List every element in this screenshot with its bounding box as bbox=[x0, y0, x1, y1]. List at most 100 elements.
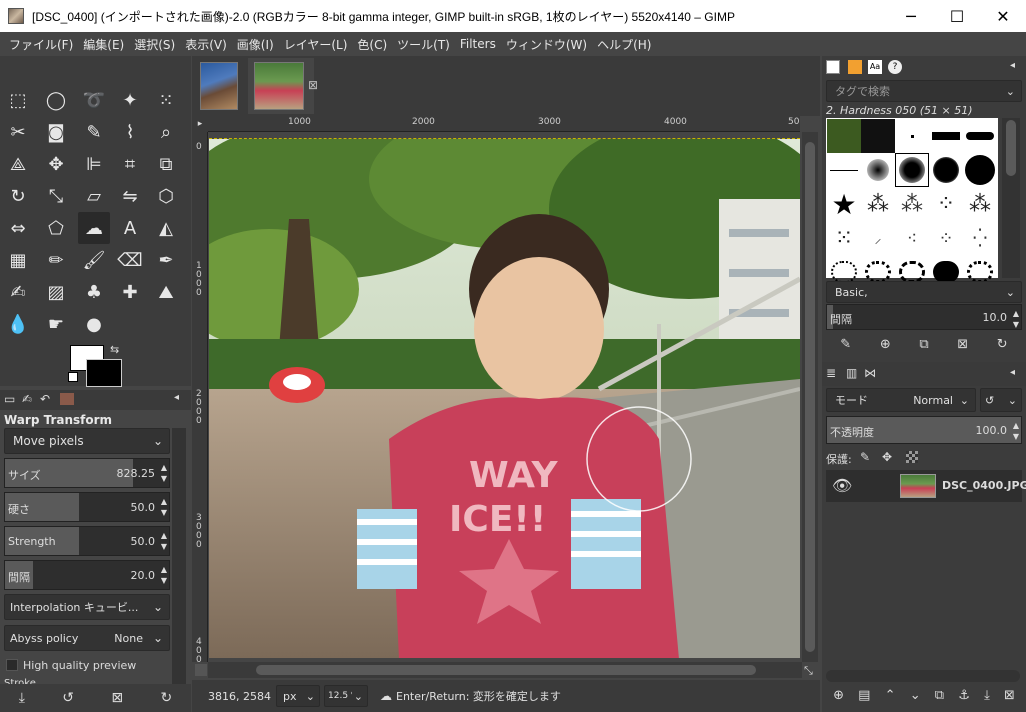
spacing-spinscale[interactable]: 間隔 20.0 ▲ ▼ bbox=[4, 560, 170, 590]
spin-arrows-icon[interactable]: ▲ ▼ bbox=[161, 530, 167, 552]
mypaint-brush-icon[interactable]: ▨ bbox=[40, 276, 72, 308]
paths-icon[interactable]: ✎ bbox=[78, 116, 110, 148]
duplicate-brush-icon[interactable]: ⧉ bbox=[919, 337, 928, 352]
delete-brush-icon[interactable]: ⊠ bbox=[957, 337, 968, 352]
raise-layer-icon[interactable]: ⌃ bbox=[885, 688, 896, 703]
reset-icon[interactable]: ↻ bbox=[161, 690, 173, 706]
paintbrush-icon[interactable]: 🖌 bbox=[78, 244, 110, 276]
close-button[interactable]: ✕ bbox=[980, 0, 1026, 32]
menu-view[interactable]: 表示(V) bbox=[180, 36, 232, 53]
delete-preset-icon[interactable]: ⊠ bbox=[111, 690, 123, 706]
crop-icon[interactable]: ⌗ bbox=[114, 148, 146, 180]
menu-select[interactable]: 選択(S) bbox=[129, 36, 180, 53]
navigate-icon[interactable]: ⤡ bbox=[804, 664, 813, 678]
patterns-tab-icon[interactable] bbox=[848, 60, 862, 74]
abyss-policy-select[interactable]: Abyss policy None ⌄ bbox=[4, 625, 170, 651]
rect-select-icon[interactable]: ⬚ bbox=[2, 84, 34, 116]
menu-image[interactable]: 画像(I) bbox=[232, 36, 279, 53]
brush-spacing-spinscale[interactable]: 間隔 10.0 ▲ ▼ bbox=[826, 304, 1022, 330]
duplicate-layer-icon[interactable]: ⧉ bbox=[935, 688, 944, 703]
menu-filters[interactable]: Filters bbox=[455, 37, 501, 51]
image-tab-2[interactable] bbox=[254, 62, 304, 110]
composite-mode-select[interactable]: ↺ ⌄ bbox=[980, 388, 1022, 412]
channels-tab-icon[interactable]: ▥ bbox=[846, 366, 857, 380]
heal-icon[interactable]: ✚ bbox=[114, 276, 146, 308]
brush-item[interactable]: ⁖ bbox=[895, 221, 929, 255]
dodge-burn-icon[interactable]: ● bbox=[78, 308, 110, 340]
pencil-icon[interactable]: ✏ bbox=[40, 244, 72, 276]
visibility-eye-icon[interactable]: 👁 bbox=[832, 476, 852, 495]
tool-options-tab-icon[interactable]: ▭ bbox=[4, 392, 15, 406]
restore-icon[interactable]: ↺ bbox=[62, 690, 74, 706]
brushes-tab-icon[interactable] bbox=[826, 60, 840, 74]
brush-item[interactable]: ⁘ bbox=[929, 187, 963, 221]
brush-item[interactable]: ⁂ bbox=[895, 187, 929, 221]
bucket-fill-icon[interactable]: ◭ bbox=[150, 212, 182, 244]
background-color[interactable] bbox=[86, 359, 122, 387]
new-layer-icon[interactable]: ⊕ bbox=[833, 688, 844, 703]
layers-scrollbar[interactable] bbox=[826, 670, 1020, 682]
scale-icon[interactable]: ⤡ bbox=[40, 180, 72, 212]
brush-item[interactable]: ⁙ bbox=[827, 221, 861, 255]
spin-arrows-icon[interactable]: ▲ ▼ bbox=[161, 496, 167, 518]
menu-tools[interactable]: ツール(T) bbox=[392, 36, 455, 53]
close-tab-icon[interactable]: ⊠ bbox=[308, 78, 318, 92]
maximize-button[interactable]: ☐ bbox=[934, 0, 980, 32]
default-colors-icon[interactable] bbox=[68, 372, 78, 382]
strength-spinscale[interactable]: Strength 50.0 ▲ ▼ bbox=[4, 526, 170, 556]
color-select-icon[interactable]: ⁙ bbox=[150, 84, 182, 116]
spin-arrows-icon[interactable]: ▲ ▼ bbox=[1013, 308, 1019, 330]
image-canvas[interactable]: WAY ICE!! bbox=[209, 138, 800, 658]
lock-alpha-icon[interactable] bbox=[906, 451, 918, 463]
smudge-icon[interactable]: ☛ bbox=[40, 308, 72, 340]
brush-item-selected[interactable] bbox=[895, 153, 929, 187]
canvas-vertical-scrollbar[interactable] bbox=[802, 132, 818, 662]
airbrush-icon[interactable]: ✒ bbox=[150, 244, 182, 276]
swap-colors-icon[interactable]: ⇆ bbox=[110, 343, 119, 356]
brush-item[interactable]: ★ bbox=[827, 187, 861, 221]
minimize-button[interactable]: ─ bbox=[888, 0, 934, 32]
color-picker-icon[interactable]: ⌇ bbox=[114, 116, 146, 148]
measure-icon[interactable]: ⟁ bbox=[2, 148, 34, 180]
canvas-horizontal-scrollbar[interactable] bbox=[208, 662, 802, 678]
layer-row[interactable]: 👁 DSC_0400.JPG bbox=[826, 470, 1026, 502]
gradient-icon[interactable]: ▦ bbox=[2, 244, 34, 276]
spin-arrows-icon[interactable]: ▲ ▼ bbox=[161, 564, 167, 586]
zoom-toggle-icon[interactable] bbox=[195, 664, 207, 676]
brush-item[interactable] bbox=[827, 153, 861, 187]
menu-edit[interactable]: 編集(E) bbox=[78, 36, 129, 53]
refresh-brushes-icon[interactable]: ↻ bbox=[997, 337, 1008, 352]
interpolation-select[interactable]: Interpolation キュービ... ⌄ bbox=[4, 594, 170, 620]
quick-mask-corner-icon[interactable]: ▸ bbox=[192, 116, 208, 132]
unit-select[interactable]: px ⌄ bbox=[276, 685, 320, 707]
fuzzy-select-icon[interactable]: ✦ bbox=[114, 84, 146, 116]
lock-position-icon[interactable]: ✥ bbox=[882, 450, 892, 464]
tool-options-scrollbar[interactable] bbox=[172, 428, 186, 684]
image-tab-1[interactable] bbox=[200, 62, 238, 110]
lock-pixels-icon[interactable]: ✎ bbox=[860, 450, 870, 464]
unified-transform-icon[interactable]: ⧉ bbox=[150, 148, 182, 180]
brush-item[interactable] bbox=[861, 153, 895, 187]
menu-help[interactable]: ヘルプ(H) bbox=[592, 36, 656, 53]
shear-icon[interactable]: ▱ bbox=[78, 180, 110, 212]
images-tab-icon[interactable] bbox=[60, 393, 74, 405]
new-brush-icon[interactable]: ⊕ bbox=[880, 337, 891, 352]
zoom-select[interactable]: 12.5 % ⌄ bbox=[324, 685, 368, 707]
foreground-select-icon[interactable]: ◙ bbox=[40, 116, 72, 148]
paths-tab-icon[interactable]: ⋈ bbox=[864, 366, 876, 380]
brush-item[interactable] bbox=[827, 119, 861, 153]
device-status-tab-icon[interactable]: ✍ bbox=[22, 392, 32, 406]
size-spinscale[interactable]: サイズ 828.25 ▲ ▼ bbox=[4, 458, 170, 488]
perspective-clone-icon[interactable]: ⛰ bbox=[150, 276, 182, 308]
fonts-tab-icon[interactable]: Aa bbox=[868, 60, 882, 74]
cage-transform-icon[interactable]: ⬠ bbox=[40, 212, 72, 244]
hq-preview-checkbox[interactable] bbox=[6, 659, 18, 671]
panel-menu-icon[interactable]: ◂ bbox=[1010, 60, 1015, 71]
hardness-spinscale[interactable]: 硬さ 50.0 ▲ ▼ bbox=[4, 492, 170, 522]
edit-brush-icon[interactable]: ✎ bbox=[840, 337, 851, 352]
brush-tag-search[interactable]: タグで検索 ⌄ bbox=[826, 80, 1022, 102]
brush-grid-scrollbar[interactable] bbox=[1002, 118, 1020, 278]
layer-opacity-spinscale[interactable]: 不透明度 100.0 ▲ ▼ bbox=[826, 416, 1022, 444]
brush-item[interactable] bbox=[929, 119, 963, 153]
warp-transform-icon[interactable]: ☁ bbox=[78, 212, 110, 244]
